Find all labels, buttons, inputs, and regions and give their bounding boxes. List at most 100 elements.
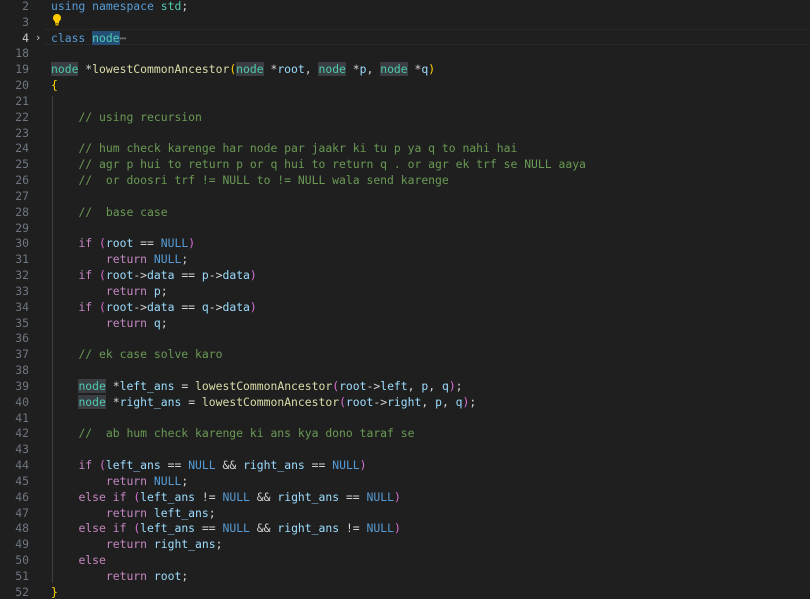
code-token: , [407,378,422,393]
line-number: 45 [15,473,29,488]
code-token: ( [339,394,346,409]
line-number: 25 [15,157,29,172]
code-line[interactable]: 45 return NULL; [0,473,810,489]
code-token: left_ans [119,378,175,393]
code-token: node [318,62,346,77]
code-comment: // ek case solve karo [78,347,223,362]
code-token: namespace [92,0,154,13]
line-number: 21 [15,93,29,108]
code-line[interactable]: 31 return NULL; [0,251,810,267]
code-line[interactable]: 3 [0,14,810,30]
code-editor[interactable]: 2 using namespace std; 3 4 › class node⋯ 18 19 n… [0,0,810,599]
code-line[interactable]: 27 [0,188,810,204]
code-token: right_ans [243,458,305,473]
code-token: node [78,378,106,393]
code-line[interactable]: 37 // ek case solve karo [0,346,810,362]
code-token: ; [469,394,477,409]
code-token: node [78,394,106,409]
code-text: return left_ans; [51,505,216,521]
code-token: && [256,489,271,504]
code-line[interactable]: 49 return right_ans; [0,536,810,552]
code-token: ; [181,568,189,583]
code-token: return [105,315,148,330]
code-token: right_ans [277,489,340,504]
code-line[interactable]: 30 if (root == NULL) [0,235,810,251]
line-number: 52 [15,584,29,599]
code-line[interactable]: 50 else [0,552,810,568]
code-text: if (left_ans == NULL && right_ans == NUL… [51,457,366,473]
code-line[interactable]: 51 return root; [0,568,810,584]
line-number: 48 [15,521,29,536]
code-token: p [201,268,209,283]
line-number: 22 [15,109,29,124]
code-line[interactable]: 40 node *right_ans = lowestCommonAncesto… [0,394,810,410]
code-line[interactable]: 36 [0,330,810,346]
code-line[interactable]: 25 // agr p hui to return p or q hui to … [0,156,810,172]
code-line[interactable]: 22 // using recursion [0,109,810,125]
fold-chevron-icon[interactable]: › [36,30,46,46]
code-token: ; [181,252,189,267]
code-token: root [105,268,134,283]
code-token: root [105,236,134,251]
code-line[interactable]: 21 [0,93,810,109]
code-line[interactable]: 18 [0,45,810,61]
code-line[interactable]: 20 { [0,77,810,93]
code-token: p [359,62,367,77]
code-line[interactable]: 23 [0,125,810,141]
code-text: // hum check karenge har node par jaakr … [51,140,517,156]
code-line[interactable]: 38 [0,362,810,378]
code-token: left_ans [105,458,161,473]
code-line[interactable]: 24 // hum check karenge har node par jaa… [0,140,810,156]
code-line[interactable]: 33 return p; [0,283,810,299]
line-number: 28 [15,204,29,219]
code-token: NULL [222,489,250,504]
code-comment: // using recursion [78,109,202,124]
code-text: // ab hum check karenge ki ans kya dono … [51,425,414,441]
line-number: 36 [15,331,29,346]
code-line[interactable]: 4 › class node⋯ [0,30,810,46]
line-number: 38 [15,363,29,378]
code-token: , [304,62,319,77]
code-token: ⋯ [119,30,127,45]
code-token: * [112,394,120,409]
code-line[interactable]: 46 else if (left_ans != NULL && right_an… [0,489,810,505]
code-line[interactable]: 26 // or doosri trf != NULL to != NULL w… [0,172,810,188]
code-line[interactable]: 34 if (root->data == q->data) [0,299,810,315]
code-line[interactable]: 43 [0,441,810,457]
code-line[interactable]: 47 return left_ans; [0,505,810,521]
code-line[interactable]: 41 [0,410,810,426]
line-number: 23 [15,125,29,140]
code-line[interactable]: 48 else if (left_ans == NULL && right_an… [0,520,810,536]
code-line[interactable]: 42 // ab hum check karenge ki ans kya do… [0,425,810,441]
code-token: using [51,0,86,13]
code-line[interactable]: 44 if (left_ans == NULL && right_ans == … [0,457,810,473]
code-line[interactable]: 52} [0,584,810,599]
code-token: else [78,521,106,536]
line-number: 29 [15,220,29,235]
code-line[interactable]: 35 return q; [0,315,810,331]
line-number: 34 [15,299,29,314]
code-token: lowestCommonAncestor [201,394,340,409]
code-text: return q; [51,315,168,331]
code-line[interactable]: 2 using namespace std; [0,0,810,14]
code-line[interactable]: 29 [0,220,810,236]
code-line[interactable]: 19 node *lowestCommonAncestor(node *root,… [0,61,810,77]
code-line[interactable]: 32 if (root->data == p->data) [0,267,810,283]
code-line[interactable]: 39 node *left_ans = lowestCommonAncestor… [0,378,810,394]
code-line[interactable]: 28 // base case [0,204,810,220]
code-token: if [78,268,93,283]
